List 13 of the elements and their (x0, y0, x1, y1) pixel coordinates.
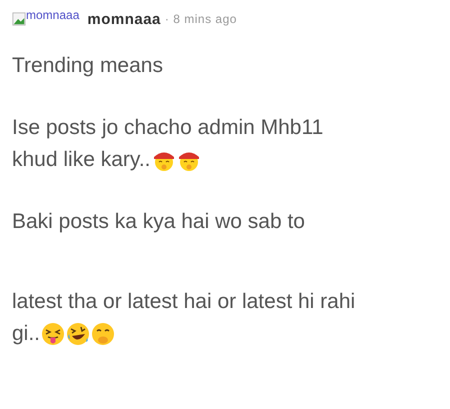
username[interactable]: momnaaa (87, 10, 161, 28)
post-text: Trending means (12, 53, 163, 79)
broken-avatar-image: momnaaa (12, 8, 80, 30)
rofl-emoji-icon (66, 322, 90, 346)
tongue-squint-emoji-icon (41, 322, 66, 346)
post-time: · 8 mins ago (164, 12, 237, 26)
post-text: khud like kary.. (12, 147, 150, 173)
post-text: latest tha or latest hai or latest hi rahi (12, 289, 356, 315)
post-text: Baki posts ka kya hai wo sab to (12, 209, 305, 235)
broken-image-icon (12, 12, 26, 26)
hand-over-mouth-emoji-icon (91, 322, 116, 346)
post-text: Ise posts jo chacho admin Mhb11 (12, 115, 324, 141)
post-text: gi.. (12, 321, 40, 347)
